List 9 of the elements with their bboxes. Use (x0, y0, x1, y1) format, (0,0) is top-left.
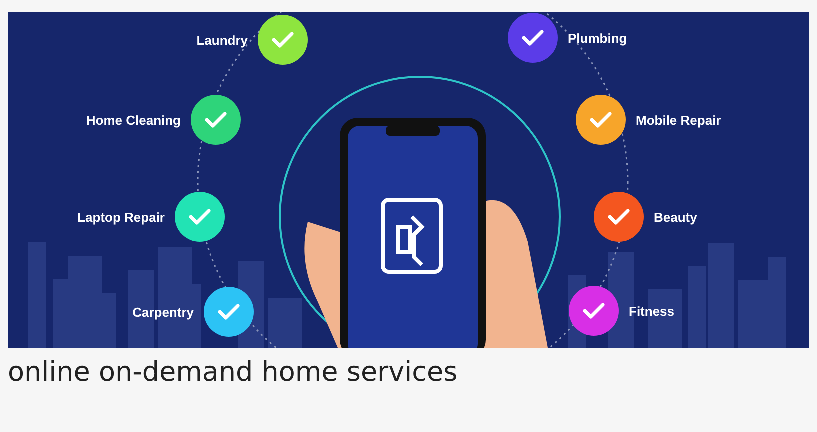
service-label: Fitness (629, 304, 675, 318)
service-label: Carpentry (132, 304, 194, 320)
service-label: Laptop Repair (78, 210, 165, 224)
service-label: Beauty (654, 210, 698, 224)
service-label: Laundry (196, 32, 248, 48)
image-caption: online on-demand home services (8, 357, 459, 388)
service-label: Plumbing (568, 30, 628, 46)
service-label: Home Cleaning (86, 112, 181, 128)
service-label: Mobile Repair (636, 112, 722, 128)
